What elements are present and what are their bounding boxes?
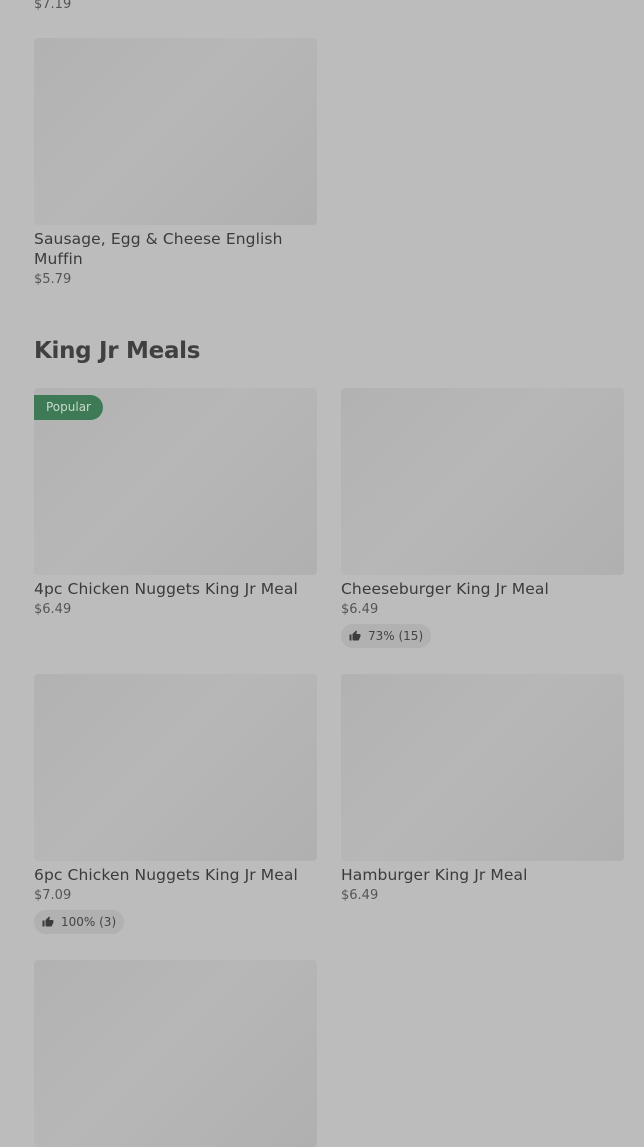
menu-item-card[interactable]: Hamburger King Jr Meal $6.49 [341,674,624,904]
thumbs-up-icon [349,630,361,641]
menu-item-name: Cheeseburger King Jr Meal [341,580,549,598]
menu-item-name: Sausage, Egg & Cheese English Muffin [34,230,283,268]
previous-item-price: $7.19 [34,0,72,12]
menu-item-image [34,38,317,225]
menu-item-name: Hamburger King Jr Meal [341,866,528,884]
menu-item-price: $6.49 [341,888,379,903]
menu-item-image [341,388,624,575]
menu-item-card[interactable]: Cheeseburger King Jr Meal $6.49 73% (15) [341,388,624,648]
popular-badge: Popular [34,395,103,420]
rating-text: 73% (15) [368,629,424,643]
menu-item-card[interactable]: Sausage, Egg & Cheese English Muffin $5.… [34,38,317,288]
menu-item-image [341,674,624,861]
menu-item-name: 4pc Chicken Nuggets King Jr Meal [34,580,298,598]
menu-item-price: $5.79 [34,272,72,287]
menu-item-price: $6.49 [34,602,72,617]
rating-badge: 73% (15) [341,624,432,648]
menu-item-image [34,674,317,861]
menu-item-card[interactable]: 6pc Chicken Nuggets King Jr Meal $7.09 1… [34,674,317,934]
menu-item-card[interactable] [34,960,317,1147]
rating-badge: 100% (3) [34,910,125,934]
menu-item-price: $7.09 [34,888,72,903]
menu-item-card[interactable]: Popular 4pc Chicken Nuggets King Jr Meal… [34,388,317,618]
menu-item-image [34,960,317,1147]
menu-item-price: $6.49 [341,602,379,617]
thumbs-up-icon [42,916,54,927]
menu-item-name: 6pc Chicken Nuggets King Jr Meal [34,866,298,884]
section-title: King Jr Meals [34,338,201,364]
menu-item-image: Popular [34,388,317,575]
rating-text: 100% (3) [61,915,117,929]
